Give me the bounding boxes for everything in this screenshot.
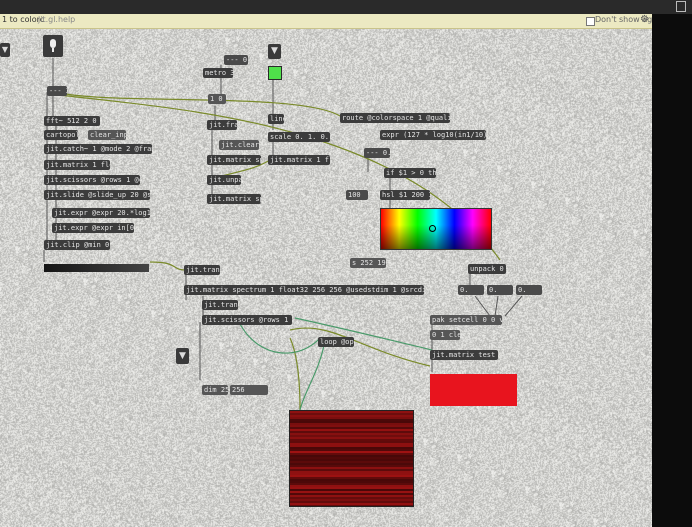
expr-object[interactable]: expr (127 * log10(in1/10)+1(2)) + 63: [380, 130, 486, 140]
dont-show-checkbox[interactable]: [586, 17, 595, 26]
arrow-down-icon[interactable]: ▼: [176, 348, 189, 364]
color-message[interactable]: s 252 194: [350, 258, 386, 268]
jit-matrix-object[interactable]: jit.matrix spectrum: [207, 155, 261, 165]
toggle-button[interactable]: [268, 66, 282, 80]
jit-catch-object[interactable]: jit.catch~ 1 @mode 2 @framesize 512: [44, 144, 152, 154]
toggle-message[interactable]: 1 0: [208, 94, 226, 104]
jit-transpose-object[interactable]: jit.transpose: [184, 265, 220, 275]
jit-scissors-object[interactable]: jit.scissors @rows 1 @columns 3: [202, 315, 292, 325]
dim-message[interactable]: dim 256 256: [202, 385, 228, 395]
number-box[interactable]: 0.: [516, 285, 542, 295]
clear-input-message[interactable]: jit.clear_input: [219, 140, 259, 150]
jit-matrix-object[interactable]: jit.matrix 1 float32 512 1: [44, 160, 110, 170]
cartopol-object[interactable]: cartopol~: [44, 130, 78, 140]
microphone-icon[interactable]: [43, 35, 63, 57]
jit-matrix-object[interactable]: jit.matrix spectrum 1 float32 256 256 @u…: [184, 285, 424, 295]
number-box[interactable]: --- 22: [47, 86, 67, 96]
color-cursor[interactable]: [429, 225, 436, 232]
jit-unpack-object[interactable]: jit.unpack: [207, 175, 241, 185]
color-picker[interactable]: [380, 208, 492, 250]
help-link[interactable]: jit.gl.help: [38, 15, 75, 24]
arrow-down-icon[interactable]: ▼: [268, 44, 281, 59]
jit-expr-object[interactable]: jit.expr @expr in[0]-(0.5)*255.: [52, 223, 134, 233]
gradient-display: [44, 264, 149, 272]
metro-object[interactable]: metro 33: [203, 68, 233, 78]
arrow-down-icon[interactable]: ▼: [0, 43, 10, 57]
number-box[interactable]: 0.: [458, 285, 484, 295]
number-box[interactable]: --- 0.: [364, 148, 390, 158]
title-bar: [0, 0, 692, 14]
fft-object[interactable]: fft~ 512 2 0: [44, 116, 100, 126]
jit-matrix-object[interactable]: jit.matrix 1 float32 2 2: [268, 155, 330, 165]
spectrogram-band: [290, 505, 413, 506]
patch-toolbar: 1 to colorc jit.gl.help Don't show again…: [0, 14, 664, 29]
color-swatch: [430, 374, 517, 406]
jit-matrix-object[interactable]: jit.matrix spectrum: [207, 194, 261, 204]
dim-number[interactable]: 256: [230, 385, 268, 395]
hsl-object[interactable]: hsl $1 200 120: [380, 190, 430, 200]
unpack-object[interactable]: unpack 0 0 0: [468, 264, 506, 274]
loop-object[interactable]: loop @op *: [318, 337, 354, 347]
dark-margin: [652, 14, 692, 527]
jit-slide-object[interactable]: jit.slide @slide_up 20 @slide_down 20: [44, 190, 150, 200]
spectrogram-display: [289, 410, 414, 507]
patcher-canvas[interactable]: ▼ ▼ ▼ --- 22 fft~ 512 2 0 cartopol~ clea…: [0, 0, 652, 527]
number-box[interactable]: 100: [346, 190, 368, 200]
number-box[interactable]: --- 0.: [224, 55, 248, 65]
scale-message[interactable]: scale 0. 1. 0. 1. bang: [268, 132, 330, 142]
jit-expr-object[interactable]: jit.expr @expr 20.*log10(in[0]+1)/255.: [52, 208, 150, 218]
window-icon[interactable]: [676, 1, 686, 12]
if-object[interactable]: if $1 > 0 then $1: [384, 168, 436, 178]
number-box[interactable]: 0.: [487, 285, 513, 295]
route-object[interactable]: route @colorspace 1 @quality best: [340, 113, 450, 123]
jit-matrix-object[interactable]: jit.matrix test 3 char 1 1: [430, 350, 498, 360]
jit-frame-object[interactable]: jit.frame: [207, 120, 237, 130]
jit-clip-object[interactable]: jit.clip @min 0 @max 1: [44, 240, 110, 250]
clear-input-message[interactable]: clear_input: [88, 130, 126, 140]
jit-transpose-object[interactable]: jit.transpose: [202, 300, 238, 310]
pak-object[interactable]: pak setcell 0 0 val 0 0 0: [430, 315, 502, 325]
jit-scissors-object[interactable]: jit.scissors @rows 1 @columns 20: [44, 175, 140, 185]
gear-icon[interactable]: ⚙: [640, 14, 649, 25]
line-object[interactable]: line 1: [268, 114, 284, 124]
clear-message[interactable]: 0 1 clear: [430, 330, 460, 340]
